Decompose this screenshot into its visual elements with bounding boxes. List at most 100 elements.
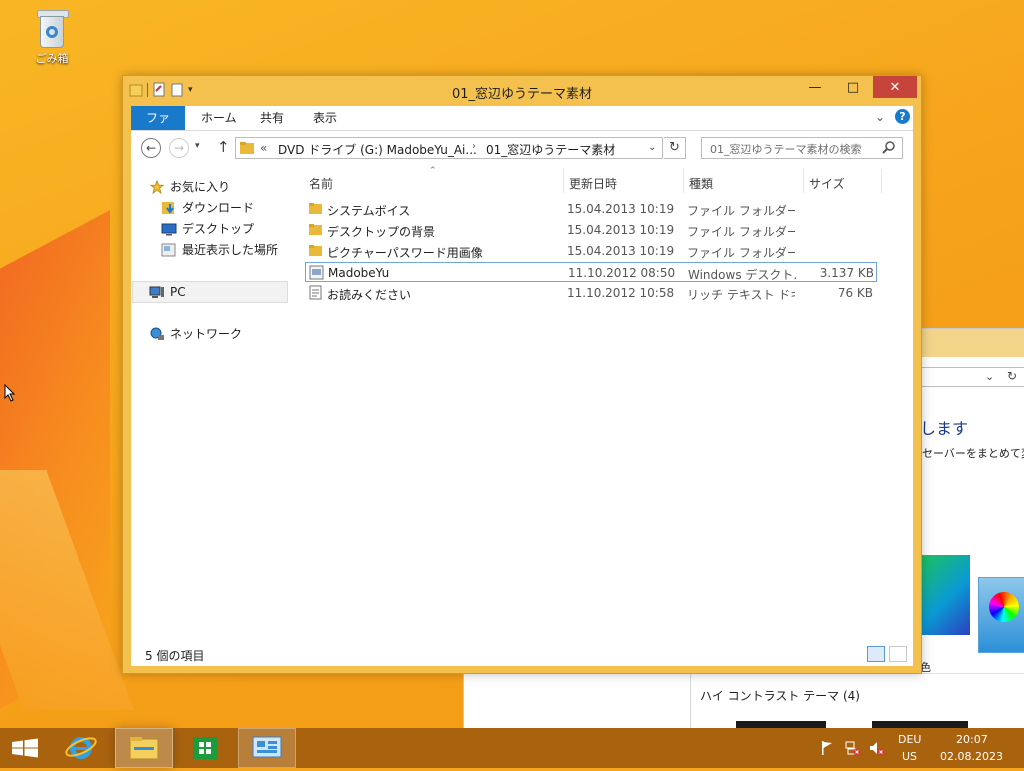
nav-favorites[interactable]: お気に入り — [149, 177, 230, 197]
recent-locations-button[interactable]: ▾ — [195, 141, 200, 151]
volume-muted-icon[interactable] — [868, 740, 886, 756]
screensaver-link[interactable]: セーバーをまとめて変更 — [922, 445, 1024, 461]
theme-thumbnail[interactable] — [920, 555, 970, 635]
desktop-icon — [161, 223, 177, 236]
large-icons-view-button[interactable] — [889, 646, 907, 662]
keyboard-layout[interactable]: US — [902, 750, 917, 763]
chevron-down-icon[interactable]: ⌄ — [985, 370, 994, 383]
nav-recent-label: 最近表示した場所 — [182, 243, 279, 257]
ribbon-tabs: ファイル ホーム 共有 表示 ⌄ ? — [131, 106, 913, 149]
nav-desktop-label: デスクトップ — [182, 222, 255, 236]
column-header-date[interactable]: 更新日時 — [569, 175, 617, 192]
computer-icon — [149, 286, 164, 298]
file-row-selected[interactable]: MadobeYu 11.10.2012 08:50 Windows デスクト..… — [305, 262, 877, 282]
nav-network-label: ネットワーク — [170, 327, 243, 341]
file-type: Windows デスクト... — [688, 268, 796, 282]
titlebar[interactable]: ▾ 01_窓辺ゆうテーマ素材 — □ ✕ — [123, 76, 921, 106]
file-explorer-window[interactable]: ▾ 01_窓辺ゆうテーマ素材 — □ ✕ ファイル ホーム 共有 表示 ⌄ ? … — [122, 75, 922, 674]
address-bar[interactable]: « DVD ドライブ (G:) MadobeYu_Ai... › 01_窓辺ゆう… — [235, 137, 663, 159]
nav-recent[interactable]: 最近表示した場所 — [161, 240, 278, 260]
clock-date[interactable]: 02.08.2023 — [940, 750, 1003, 763]
background-window-heading: します — [920, 419, 969, 438]
details-view-button[interactable] — [867, 646, 885, 662]
chevron-down-icon[interactable]: ⌄ — [648, 142, 656, 153]
input-language[interactable]: DEU — [898, 733, 921, 746]
sort-arrow-icon: ⌃ — [429, 166, 437, 176]
network-status-icon[interactable] — [844, 740, 862, 756]
recycle-bin-icon — [37, 8, 69, 48]
search-placeholder: 01_窓辺ゆうテーマ素材の検索 — [710, 143, 862, 156]
control-panel-icon — [252, 736, 282, 758]
nav-downloads-label: ダウンロード — [182, 201, 255, 215]
breadcrumb-separator[interactable]: › — [472, 141, 476, 152]
file-name: システムボイス — [327, 204, 411, 218]
up-button[interactable]: ↑ — [217, 138, 230, 156]
store-button[interactable] — [176, 728, 234, 768]
mouse-cursor-icon — [4, 384, 16, 402]
start-button[interactable] — [0, 728, 50, 768]
column-separator[interactable] — [563, 169, 564, 193]
downloads-icon — [162, 202, 174, 214]
store-icon — [193, 737, 217, 759]
recycle-bin[interactable]: ごみ箱 — [24, 8, 80, 66]
nav-downloads[interactable]: ダウンロード — [161, 198, 254, 218]
nav-favorites-label: お気に入り — [170, 180, 231, 194]
breadcrumb-folder[interactable]: 01_窓辺ゆうテーマ素材 — [486, 141, 615, 158]
tab-home[interactable]: ホーム — [189, 106, 249, 130]
control-panel-taskbar-button[interactable] — [238, 728, 296, 768]
internet-explorer-button[interactable] — [52, 728, 110, 768]
back-button[interactable]: ← — [141, 138, 161, 158]
column-separator[interactable] — [683, 169, 684, 193]
file-name: MadobeYu — [328, 266, 390, 280]
action-center-flag-icon[interactable] — [820, 740, 834, 756]
high-contrast-theme[interactable] — [736, 721, 826, 728]
nav-pc[interactable]: PC — [149, 282, 186, 302]
file-size: 3.137 KB — [819, 266, 874, 280]
file-date: 15.04.2013 10:19 — [567, 202, 675, 216]
tab-view[interactable]: 表示 — [301, 106, 349, 130]
column-header-name[interactable]: 名前 — [309, 175, 333, 192]
file-list: ⌃ 名前 更新日時 種類 サイズ システムボイス 15.04.2013 10:1… — [301, 166, 913, 642]
windows-logo-icon — [12, 738, 38, 758]
breadcrumb-overflow[interactable]: « — [260, 141, 267, 155]
column-separator[interactable] — [803, 169, 804, 193]
folder-icon — [309, 224, 322, 235]
internet-explorer-icon — [65, 737, 97, 759]
tab-file[interactable]: ファイル — [131, 106, 185, 149]
file-size: 76 KB — [837, 286, 873, 300]
tab-share[interactable]: 共有 — [248, 106, 296, 130]
file-name: お読みください — [327, 288, 412, 302]
file-row[interactable]: ピクチャーパスワード用画像 15.04.2013 10:19 ファイル フォルダ… — [305, 241, 877, 261]
minimize-button[interactable]: — — [797, 76, 833, 98]
color-theme-thumbnail[interactable] — [978, 577, 1024, 653]
recent-places-icon — [161, 243, 176, 257]
theme-file-icon — [309, 265, 324, 280]
file-row[interactable]: デスクトップの背景 15.04.2013 10:19 ファイル フォルダー — [305, 220, 877, 240]
high-contrast-theme[interactable] — [872, 721, 968, 728]
search-icon[interactable] — [882, 140, 896, 154]
background-window-address[interactable]: ⌄ ↻ — [918, 367, 1024, 387]
maximize-button[interactable]: □ — [835, 76, 871, 98]
forward-button[interactable]: → — [169, 138, 189, 158]
file-row[interactable]: システムボイス 15.04.2013 10:19 ファイル フォルダー — [305, 199, 877, 219]
help-button[interactable]: ? — [895, 109, 910, 124]
nav-desktop[interactable]: デスクトップ — [161, 219, 254, 239]
refresh-icon[interactable]: ↻ — [1007, 369, 1017, 383]
breadcrumb-drive[interactable]: DVD ドライブ (G:) MadobeYu_Ai... — [278, 141, 477, 158]
clock-time[interactable]: 20:07 — [956, 733, 988, 746]
nav-network[interactable]: ネットワーク — [149, 324, 242, 344]
navigation-pane: お気に入り ダウンロード デスクトップ 最近表示した場所 PC ネットワーク — [131, 169, 291, 642]
column-header-type[interactable]: 種類 — [689, 175, 713, 192]
file-row[interactable]: お読みください 11.10.2012 10:58 リッチ テキスト ドキュ...… — [305, 283, 877, 303]
refresh-button[interactable]: ↻ — [664, 137, 686, 159]
file-type: ファイル フォルダー — [687, 204, 795, 218]
close-button[interactable]: ✕ — [873, 76, 917, 98]
column-separator[interactable] — [881, 169, 882, 193]
folder-icon — [129, 737, 159, 760]
content-area: お気に入り ダウンロード デスクトップ 最近表示した場所 PC ネットワーク ⌃… — [131, 166, 913, 642]
column-header-size[interactable]: サイズ — [809, 175, 845, 192]
search-input[interactable]: 01_窓辺ゆうテーマ素材の検索 — [701, 137, 903, 159]
navigation-bar: ← → ▾ ↑ « DVD ドライブ (G:) MadobeYu_Ai... ›… — [131, 131, 913, 169]
expand-ribbon-icon[interactable]: ⌄ — [875, 110, 885, 124]
file-explorer-taskbar-button[interactable] — [115, 728, 173, 768]
